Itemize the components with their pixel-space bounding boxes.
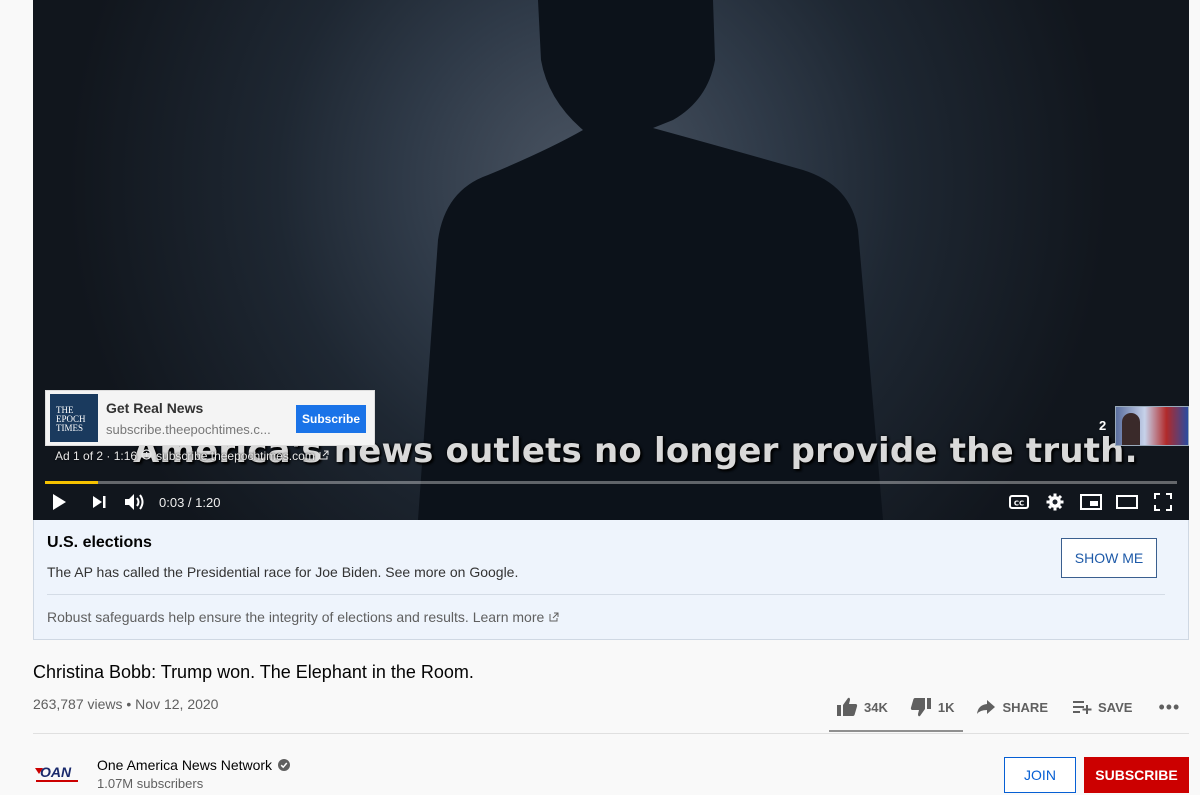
channel-name[interactable]: One America News Network bbox=[97, 757, 272, 773]
ad-info-bar: Ad 1 of 2 · 1:16 subscribe.theepochtimes… bbox=[55, 449, 329, 463]
theater-mode-icon[interactable] bbox=[1113, 488, 1141, 516]
svg-text:OAN: OAN bbox=[40, 764, 72, 780]
verified-icon bbox=[278, 759, 291, 771]
play-icon[interactable] bbox=[45, 488, 73, 516]
progress-bar-fill bbox=[45, 481, 99, 484]
ad-url[interactable]: subscribe.theepochtimes.c... bbox=[106, 422, 276, 437]
fullscreen-icon[interactable] bbox=[1149, 488, 1177, 516]
ad-position-label: Ad 1 of 2 · 1:16 bbox=[55, 449, 138, 463]
external-link-icon[interactable] bbox=[319, 449, 329, 463]
ad-info-url[interactable]: subscribe.theepochtimes.com bbox=[156, 449, 315, 463]
share-label: SHARE bbox=[1002, 699, 1048, 715]
save-button[interactable]: SAVE bbox=[1072, 699, 1132, 715]
settings-gear-icon[interactable] bbox=[1041, 488, 1069, 516]
next-icon[interactable] bbox=[85, 488, 113, 516]
thumbs-up-icon bbox=[837, 697, 858, 716]
channel-logo[interactable]: OAN bbox=[33, 762, 81, 784]
volume-icon[interactable] bbox=[121, 488, 149, 516]
external-link-icon[interactable] bbox=[549, 612, 559, 622]
video-meta: 263,787 views • Nov 12, 2020 bbox=[33, 696, 219, 712]
learn-more-link[interactable]: Robust safeguards help ensure the integr… bbox=[47, 609, 544, 625]
subscribe-button[interactable]: SUBSCRIBE bbox=[1084, 757, 1189, 793]
thumbs-down-icon bbox=[910, 698, 931, 717]
ad-title[interactable]: Get Real News bbox=[106, 400, 276, 416]
video-title: Christina Bobb: Trump won. The Elephant … bbox=[33, 662, 474, 682]
playlist-add-icon bbox=[1073, 701, 1092, 714]
ad-subscribe-button[interactable]: Subscribe bbox=[296, 405, 366, 433]
channel-name-row[interactable]: One America News Network bbox=[97, 757, 291, 773]
info-panel-footer[interactable]: Robust safeguards help ensure the integr… bbox=[47, 609, 559, 625]
player-controls: 0:03 / 1:20 CC bbox=[45, 488, 1177, 516]
election-info-panel: U.S. elections The AP has called the Pre… bbox=[33, 520, 1189, 640]
advertiser-logo: THE EPOCH TIMES bbox=[50, 394, 98, 442]
ad-countdown: 2 bbox=[1099, 418, 1107, 433]
captions-icon[interactable]: CC bbox=[1005, 488, 1033, 516]
subscriber-count: 1.07M subscribers bbox=[97, 776, 204, 791]
show-me-button[interactable]: SHOW ME bbox=[1061, 538, 1157, 578]
dislike-count: 1K bbox=[937, 699, 955, 715]
more-actions-icon[interactable]: ••• bbox=[1158, 697, 1180, 718]
youtube-watch-page: America's news outlets no longer provide… bbox=[0, 0, 1200, 795]
video-actions: 34K 1K SHARE SAVE ••• bbox=[836, 696, 1180, 718]
info-icon[interactable] bbox=[141, 449, 152, 463]
like-button[interactable]: 34K bbox=[836, 697, 888, 717]
time-display: 0:03 / 1:20 bbox=[159, 494, 221, 510]
divider bbox=[33, 733, 1189, 734]
info-panel-title: U.S. elections bbox=[47, 534, 152, 551]
ad-overlay-card[interactable]: THE EPOCH TIMES Get Real News subscribe.… bbox=[45, 390, 375, 446]
svg-text:CC: CC bbox=[1014, 500, 1024, 508]
next-video-thumbnail[interactable] bbox=[1115, 406, 1189, 446]
share-icon bbox=[977, 700, 996, 714]
sentiment-bar bbox=[829, 730, 963, 732]
join-button[interactable]: JOIN bbox=[1004, 757, 1076, 793]
like-count: 34K bbox=[864, 699, 888, 715]
miniplayer-icon[interactable] bbox=[1077, 488, 1105, 516]
share-button[interactable]: SHARE bbox=[976, 699, 1048, 715]
info-panel-text: The AP has called the Presidential race … bbox=[47, 564, 519, 580]
progress-bar[interactable] bbox=[45, 481, 1177, 484]
save-label: SAVE bbox=[1098, 699, 1133, 715]
dislike-button[interactable]: 1K bbox=[910, 697, 955, 717]
video-player[interactable]: America's news outlets no longer provide… bbox=[33, 0, 1189, 520]
info-panel-divider bbox=[47, 594, 1165, 595]
